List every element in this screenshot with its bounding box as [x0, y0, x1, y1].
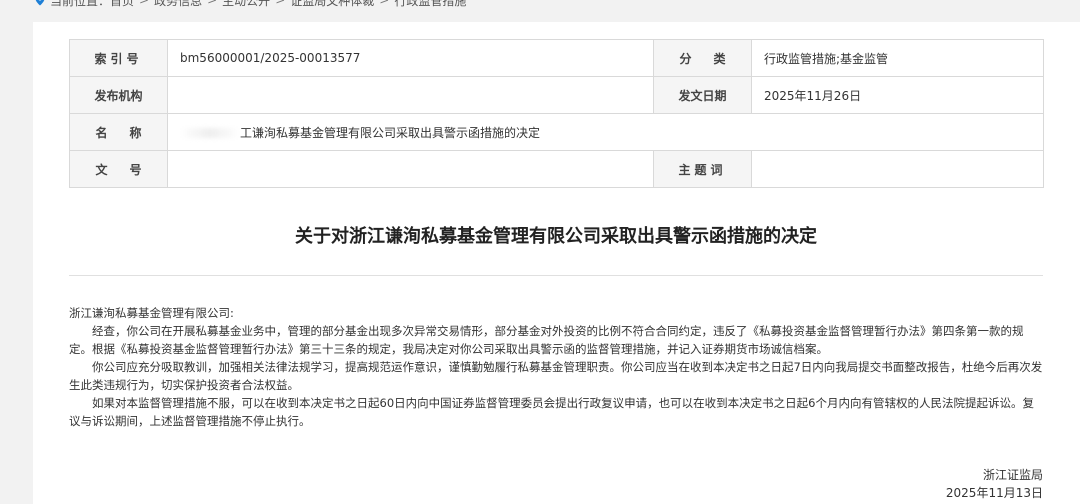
date-value: 2025年11月26日 [751, 76, 1044, 114]
sign-date: 2025年11月13日 [945, 486, 1043, 500]
publisher-label: 发布机构 [69, 76, 168, 114]
publisher-value [167, 76, 654, 114]
redacted-text [180, 128, 240, 138]
name-value: 工谦洵私募基金管理有限公司采取出具警示函措施的决定 [240, 125, 541, 140]
breadcrumb-admin-measures[interactable]: 行政监管措施 [394, 0, 466, 9]
breadcrumb-home[interactable]: 首页 [110, 0, 134, 9]
name-value-cell: 工谦洵私募基金管理有限公司采取出具警示函措施的决定 [167, 113, 1044, 151]
index-label: 索引号 [69, 39, 168, 77]
breadcrumb-separator: > [379, 0, 390, 7]
breadcrumb-separator: > [207, 0, 218, 7]
subject-label: 主题词 [653, 150, 752, 188]
divider [69, 275, 1043, 276]
breadcrumb-separator: > [275, 0, 286, 7]
table-row: 索引号 bm56000001/2025-00013577 分类 行政监管措施;基… [69, 39, 1044, 77]
index-value: bm56000001/2025-00013577 [167, 39, 654, 77]
subject-value [751, 150, 1044, 188]
addressee: 浙江谦洵私募基金管理有限公司: [69, 306, 234, 320]
breadcrumb-doc-types[interactable]: 证监局文种体裁 [290, 0, 374, 9]
document-body: 浙江谦洵私募基金管理有限公司: 经查，你公司在开展私募基金业务中，管理的部分基金… [69, 304, 1043, 430]
breadcrumb-separator: > [139, 0, 150, 7]
signature-block: 浙江证监局 2025年11月13日 [946, 466, 1043, 502]
breadcrumb-gov-info[interactable]: 政务信息 [154, 0, 202, 9]
table-row: 文号 主题词 [69, 150, 1044, 188]
paragraph: 经查，你公司在开展私募基金业务中，管理的部分基金出现多次异常交易情形，部分基金对… [69, 324, 1024, 356]
location-pin-icon [35, 0, 45, 6]
table-row: 名称 工谦洵私募基金管理有限公司采取出具警示函措施的决定 [69, 113, 1044, 151]
category-value: 行政监管措施;基金监管 [751, 39, 1044, 77]
name-label: 名称 [69, 113, 168, 151]
date-label: 发文日期 [653, 76, 752, 114]
table-row: 发布机构 发文日期 2025年11月26日 [69, 76, 1044, 114]
docno-value [167, 150, 654, 188]
document-panel: 索引号 bm56000001/2025-00013577 分类 行政监管措施;基… [33, 22, 1080, 504]
signer: 浙江证监局 [982, 468, 1043, 482]
breadcrumb-prefix: 当前位置： [50, 0, 111, 8]
breadcrumb: 当前位置： 首页 > 政务信息 > 主动公开 > 证监局文种体裁 > 行政监管措… [34, 0, 466, 8]
category-label: 分类 [653, 39, 752, 77]
document-title: 关于对浙江谦洵私募基金管理有限公司采取出具警示函措施的决定 [295, 226, 817, 247]
docno-label: 文号 [69, 150, 168, 188]
paragraph: 如果对本监督管理措施不服，可以在收到本决定书之日起60日内向中国证券监督管理委员… [69, 396, 1034, 428]
metadata-table: 索引号 bm56000001/2025-00013577 分类 行政监管措施;基… [69, 39, 1044, 188]
breadcrumb-public[interactable]: 主动公开 [222, 0, 270, 9]
paragraph: 你公司应充分吸取教训，加强相关法律法规学习，提高规范运作意识，谨慎勤勉履行私募基… [69, 360, 1043, 392]
